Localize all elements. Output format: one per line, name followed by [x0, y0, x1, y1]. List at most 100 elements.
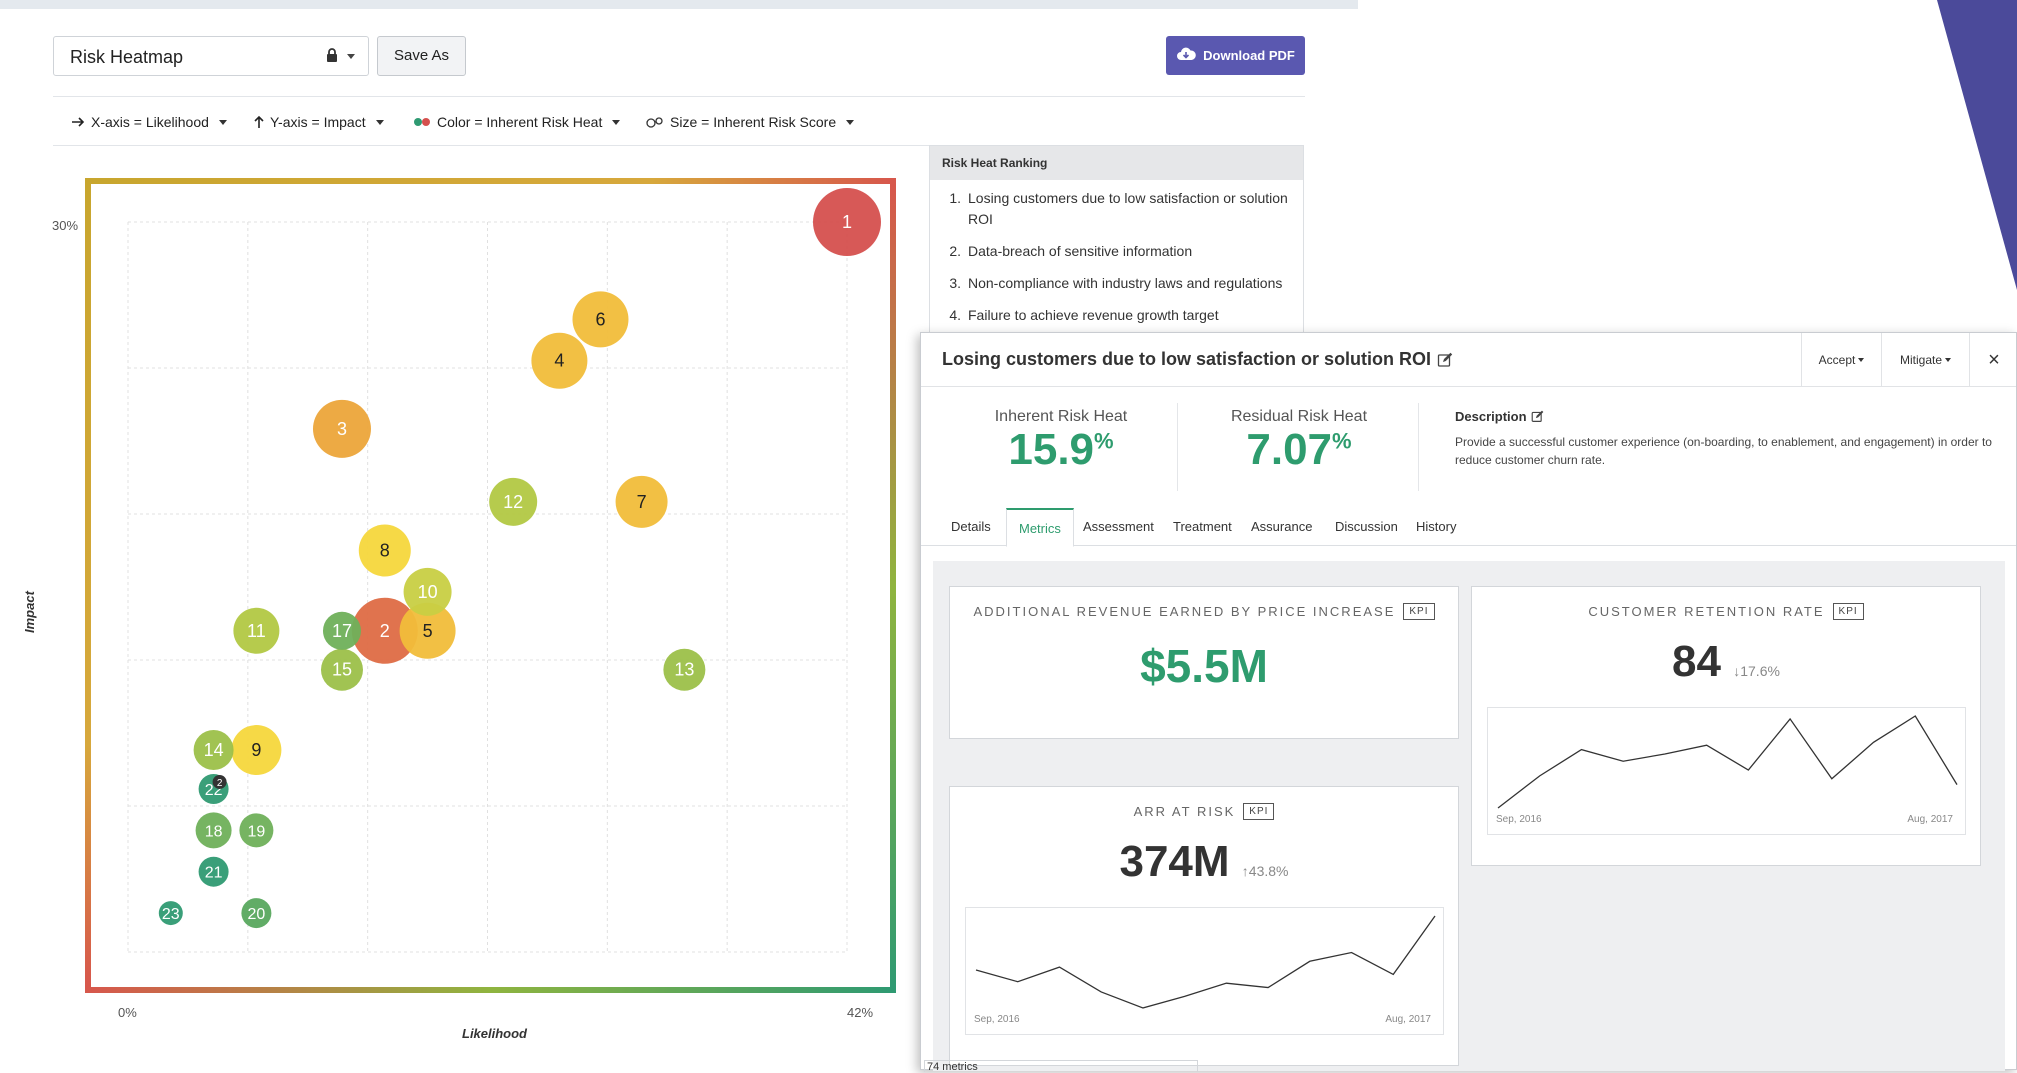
risk-bubble-3[interactable]: 3: [312, 399, 371, 458]
bubble-label: 7: [637, 492, 647, 512]
cluster-badge[interactable]: 2: [212, 774, 227, 789]
y-axis-label: Impact: [22, 591, 37, 633]
risk-bubble-7[interactable]: 7: [615, 475, 668, 528]
tab-details[interactable]: Details: [939, 508, 1003, 546]
edit-icon[interactable]: [1437, 352, 1453, 368]
bubble-label: 23: [162, 906, 180, 923]
metric-value-number: 374M: [1119, 837, 1230, 886]
tab-metrics[interactable]: Metrics: [1006, 508, 1074, 547]
sparkline-line: [975, 915, 1436, 1009]
risk-bubble-17[interactable]: 17: [322, 611, 361, 650]
accept-label: Accept: [1818, 353, 1856, 367]
risk-bubble-21[interactable]: 21: [198, 856, 229, 887]
sparkline-chart: [975, 915, 1436, 1009]
risk-bubble-9[interactable]: 9: [231, 725, 282, 776]
close-icon[interactable]: ×: [1969, 333, 2017, 387]
tab-assurance[interactable]: Assurance: [1239, 508, 1324, 546]
inherent-heat-value: 15.9%: [961, 425, 1161, 475]
panel-tabs: Details Metrics Assessment Treatment Ass…: [921, 508, 2016, 547]
metric-card-revenue[interactable]: ADDITIONAL REVENUE EARNED BY PRICE INCRE…: [949, 586, 1459, 739]
metric-change: ↑43.8%: [1241, 863, 1289, 879]
risk-bubble-6[interactable]: 6: [572, 291, 629, 348]
tab-history[interactable]: History: [1404, 508, 1468, 546]
mitigate-dropdown[interactable]: Mitigate: [1881, 333, 1969, 387]
ranking-item[interactable]: 4. Failure to achieve revenue growth targ…: [942, 305, 1293, 326]
bubble-label: 17: [332, 621, 352, 641]
ranking-item[interactable]: 2. Data-breach of sensitive information: [942, 241, 1293, 262]
divider: [1418, 403, 1419, 491]
risk-bubble-23[interactable]: 23: [158, 901, 183, 926]
risk-bubble-18[interactable]: 18: [195, 812, 232, 849]
kpi-badge: KPI: [1403, 603, 1435, 620]
download-pdf-button[interactable]: Download PDF: [1166, 36, 1305, 75]
sparkline-end-label: Aug, 2017: [1385, 1014, 1431, 1025]
bubble-label: 18: [205, 823, 223, 840]
risk-bubble-10[interactable]: 10: [403, 567, 452, 616]
residual-heat-label: Residual Risk Heat: [1230, 408, 1368, 425]
bubble-label: 1: [842, 212, 852, 232]
x-tick-label: 42%: [847, 1005, 874, 1020]
tab-treatment[interactable]: Treatment: [1161, 508, 1244, 546]
risk-bubble-20[interactable]: 20: [241, 898, 272, 929]
inherent-heat-label: Inherent Risk Heat: [994, 408, 1128, 425]
bubble-label: 11: [247, 621, 266, 641]
metrics-area: ADDITIONAL REVENUE EARNED BY PRICE INCRE…: [933, 561, 2005, 1071]
risk-detail-panel: Losing customers due to low satisfaction…: [920, 332, 2017, 1071]
bubble-label: 6: [595, 309, 605, 329]
ranking-text: Losing customers due to low satisfaction…: [968, 190, 1288, 227]
risk-bubble-11[interactable]: 11: [233, 607, 280, 654]
x-axis-label: Likelihood: [462, 1026, 527, 1041]
ranking-number: 4.: [949, 307, 961, 323]
download-pdf-label: Download PDF: [1203, 48, 1295, 63]
tab-assessment[interactable]: Assessment: [1071, 508, 1166, 546]
sparkline-start-label: Sep, 2016: [974, 1014, 1020, 1025]
risk-bubble-13[interactable]: 13: [663, 648, 706, 691]
risk-bubble-4[interactable]: 4: [531, 332, 588, 389]
percent-sign: %: [1332, 428, 1352, 454]
risk-bubble-15[interactable]: 15: [320, 648, 363, 691]
metric-value-number: 84: [1672, 637, 1721, 686]
bubble-label: 20: [247, 906, 265, 923]
edit-icon[interactable]: [1531, 410, 1544, 423]
risk-bubble-12[interactable]: 12: [489, 477, 538, 526]
metric-title: ARR AT RISK KPI: [950, 803, 1458, 820]
kpi-badge: KPI: [1243, 803, 1275, 820]
metric-title-text: ARR AT RISK: [1133, 804, 1236, 819]
sparkline-line: [1497, 715, 1958, 809]
ranking-item[interactable]: 1. Losing customers due to low satisfacti…: [942, 188, 1293, 230]
sparkline-arr: Sep, 2016 Aug, 2017: [965, 907, 1444, 1035]
bubble-label: 19: [247, 823, 265, 840]
kpi-badge: KPI: [1832, 603, 1864, 620]
ranking-number: 3.: [949, 275, 961, 291]
percent-sign: %: [1094, 428, 1114, 454]
metric-title: CUSTOMER RETENTION RATE KPI: [1472, 603, 1980, 620]
metric-value: 84 ↓17.6%: [1472, 637, 1980, 687]
metric-title-text: ADDITIONAL REVENUE EARNED BY PRICE INCRE…: [973, 604, 1396, 619]
risk-bubble-8[interactable]: 8: [358, 524, 411, 577]
risk-bubble-14[interactable]: 14: [193, 730, 234, 771]
risk-bubble-19[interactable]: 19: [239, 813, 274, 848]
ranking-item[interactable]: 3. Non-compliance with industry laws and …: [942, 273, 1293, 294]
bubble-label: 8: [380, 541, 390, 561]
metric-value: 374M ↑43.8%: [950, 837, 1458, 887]
panel-title: Losing customers due to low satisfaction…: [942, 349, 1453, 370]
divider: [1177, 403, 1178, 491]
panel-title-text: Losing customers due to low satisfaction…: [942, 349, 1432, 369]
metric-card-retention[interactable]: CUSTOMER RETENTION RATE KPI 84 ↓17.6% Se…: [1471, 586, 1981, 866]
description-text: Provide a successful customer experience…: [1455, 435, 1992, 467]
risk-bubble-1[interactable]: 1: [813, 188, 881, 256]
ranking-number: 1.: [949, 190, 961, 206]
ranking-number: 2.: [949, 243, 961, 259]
ranking-text: Data-breach of sensitive information: [968, 243, 1193, 259]
metric-card-arr[interactable]: ARR AT RISK KPI 374M ↑43.8% Sep, 2016 Au…: [949, 786, 1459, 1066]
mitigate-label: Mitigate: [1899, 353, 1943, 367]
y-tick-label: 30%: [52, 218, 79, 233]
panel-header: Losing customers due to low satisfaction…: [921, 333, 2016, 387]
sparkline-chart: [1497, 715, 1958, 809]
tab-discussion[interactable]: Discussion: [1323, 508, 1410, 546]
bubble-label: 21: [205, 865, 223, 882]
bubble-label: 15: [332, 660, 352, 680]
accept-dropdown[interactable]: Accept: [1801, 333, 1881, 387]
chevron-down-icon: [1945, 358, 1952, 362]
ranking-text: Failure to achieve revenue growth target: [968, 307, 1219, 323]
